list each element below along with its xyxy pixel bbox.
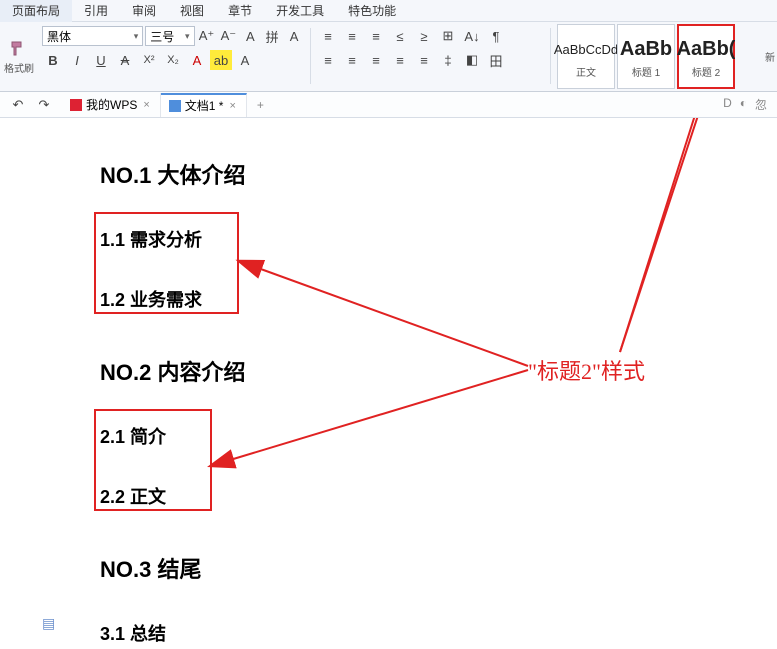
style-sample: AaBbCcDd: [554, 34, 618, 64]
numbering-button[interactable]: ≡: [341, 26, 363, 46]
align-right-button[interactable]: ≡: [365, 50, 387, 70]
menu-special[interactable]: 特色功能: [336, 0, 408, 22]
doc-icon: [169, 100, 181, 112]
increase-indent-button[interactable]: ≥: [413, 26, 435, 46]
style-label: 标题 2: [692, 64, 720, 79]
format-painter-group[interactable]: 格式刷: [0, 22, 38, 91]
clear-format-button[interactable]: A: [240, 26, 260, 46]
borders-button[interactable]: 田: [485, 50, 507, 70]
page: NO.1 大体介绍1.1 需求分析1.2 业务需求NO.2 内容介绍2.1 简介…: [0, 118, 777, 649]
redo-button[interactable]: ↷: [34, 95, 54, 115]
decrease-font-button[interactable]: A⁻: [218, 26, 238, 46]
font-size-value: 三号: [150, 28, 174, 45]
separator: [310, 28, 311, 84]
style-heading1[interactable]: AaBb 标题 1: [617, 24, 675, 89]
paragraph-group: ≡ ≡ ≡ ≤ ≥ ⊞ A↓ ¶ ≡ ≡ ≡ ≡ ≡ ‡ ◧ 田: [313, 22, 548, 91]
side-page-icon[interactable]: ▤: [42, 615, 58, 631]
annotation-box-1: [94, 409, 212, 511]
menu-view[interactable]: 视图: [168, 0, 216, 22]
decrease-indent-button[interactable]: ≤: [389, 26, 411, 46]
line-spacing-button[interactable]: ‡: [437, 50, 459, 70]
tab-label: 文档1 *: [185, 97, 224, 114]
tail-bulb-icon[interactable]: ◐: [740, 96, 747, 113]
increase-font-button[interactable]: A⁺: [197, 26, 217, 46]
style-label: 标题 1: [632, 64, 660, 79]
doc-line-0[interactable]: NO.1 大体介绍: [100, 158, 245, 190]
styles-more[interactable]: 新: [763, 22, 777, 91]
tab-label: 我的WPS: [86, 96, 137, 113]
style-sample: AaBb(: [677, 34, 736, 64]
strikethrough-button[interactable]: A: [114, 50, 136, 70]
undo-button[interactable]: ↶: [8, 95, 28, 115]
font-group: 黑体 ▾ 三号 ▾ A⁺ A⁻ A 拼 A B I U A X² X₂ A ab…: [38, 22, 308, 91]
justify-button[interactable]: ≡: [389, 50, 411, 70]
char-shading-button[interactable]: A: [234, 50, 256, 70]
tab-document1[interactable]: 文档1 * ×: [161, 93, 247, 117]
tabs-button[interactable]: ⊞: [437, 26, 459, 46]
menu-references[interactable]: 引用: [72, 0, 120, 22]
format-painter-label: 格式刷: [4, 60, 34, 75]
underline-button[interactable]: U: [90, 50, 112, 70]
bullets-button[interactable]: ≡: [317, 26, 339, 46]
menu-dev-tools[interactable]: 开发工具: [264, 0, 336, 22]
menu-bar: 页面布局 引用 审阅 视图 章节 开发工具 特色功能: [0, 0, 777, 22]
highlight-button[interactable]: ab: [210, 50, 232, 70]
align-left-button[interactable]: ≡: [317, 50, 339, 70]
bold-button[interactable]: B: [42, 50, 64, 70]
doc-line-3[interactable]: NO.2 内容介绍: [100, 355, 245, 387]
ribbon: 格式刷 黑体 ▾ 三号 ▾ A⁺ A⁻ A 拼 A B I U A X² X₂ …: [0, 22, 777, 92]
close-icon[interactable]: ×: [141, 99, 151, 111]
shading-button[interactable]: ◧: [461, 50, 483, 70]
document-canvas[interactable]: NO.1 大体介绍1.1 需求分析1.2 业务需求NO.2 内容介绍2.1 简介…: [0, 118, 777, 649]
menu-page-layout[interactable]: 页面布局: [0, 0, 72, 22]
annotation-text: "标题2"样式: [528, 354, 645, 386]
chevron-down-icon: ▾: [134, 31, 139, 42]
superscript-button[interactable]: X²: [138, 50, 160, 70]
align-center-button[interactable]: ≡: [341, 50, 363, 70]
doc-line-7[interactable]: 3.1 总结: [100, 620, 166, 646]
font-name-combo[interactable]: 黑体 ▾: [42, 26, 143, 46]
doc-line-6[interactable]: NO.3 结尾: [100, 552, 201, 584]
font-color-button[interactable]: A: [186, 50, 208, 70]
separator: [550, 28, 551, 84]
format-painter-icon: [8, 38, 30, 60]
style-label: 正文: [576, 64, 596, 79]
annotation-box-0: [94, 212, 239, 314]
phonetic-guide-button[interactable]: 拼: [262, 26, 282, 46]
font-size-combo[interactable]: 三号 ▾: [145, 26, 194, 46]
font-name-value: 黑体: [47, 28, 71, 45]
style-sample: AaBb: [620, 34, 672, 64]
new-tab-button[interactable]: +: [247, 98, 274, 112]
distribute-button[interactable]: ≡: [413, 50, 435, 70]
char-border-button[interactable]: A: [284, 26, 304, 46]
styles-gallery: AaBbCcDd 正文 AaBb 标题 1 AaBb( 标题 2: [553, 22, 763, 91]
style-heading2[interactable]: AaBb( 标题 2: [677, 24, 735, 89]
italic-button[interactable]: I: [66, 50, 88, 70]
show-marks-button[interactable]: ¶: [485, 26, 507, 46]
style-normal[interactable]: AaBbCcDd 正文: [557, 24, 615, 89]
chevron-down-icon: ▾: [185, 31, 190, 42]
subscript-button[interactable]: X₂: [162, 50, 184, 70]
menu-review[interactable]: 审阅: [120, 0, 168, 22]
close-icon[interactable]: ×: [227, 100, 237, 112]
menu-chapter[interactable]: 章节: [216, 0, 264, 22]
tab-my-wps[interactable]: 我的WPS ×: [62, 93, 161, 117]
multilevel-list-button[interactable]: ≡: [365, 26, 387, 46]
tail-suggest-button[interactable]: 忽: [755, 96, 767, 113]
document-tabstrip: ↶ ↷ 我的WPS × 文档1 * × + D ◐ 忽: [0, 92, 777, 118]
sort-button[interactable]: A↓: [461, 26, 483, 46]
wps-icon: [70, 99, 82, 111]
tail-d-button[interactable]: D: [723, 96, 732, 113]
